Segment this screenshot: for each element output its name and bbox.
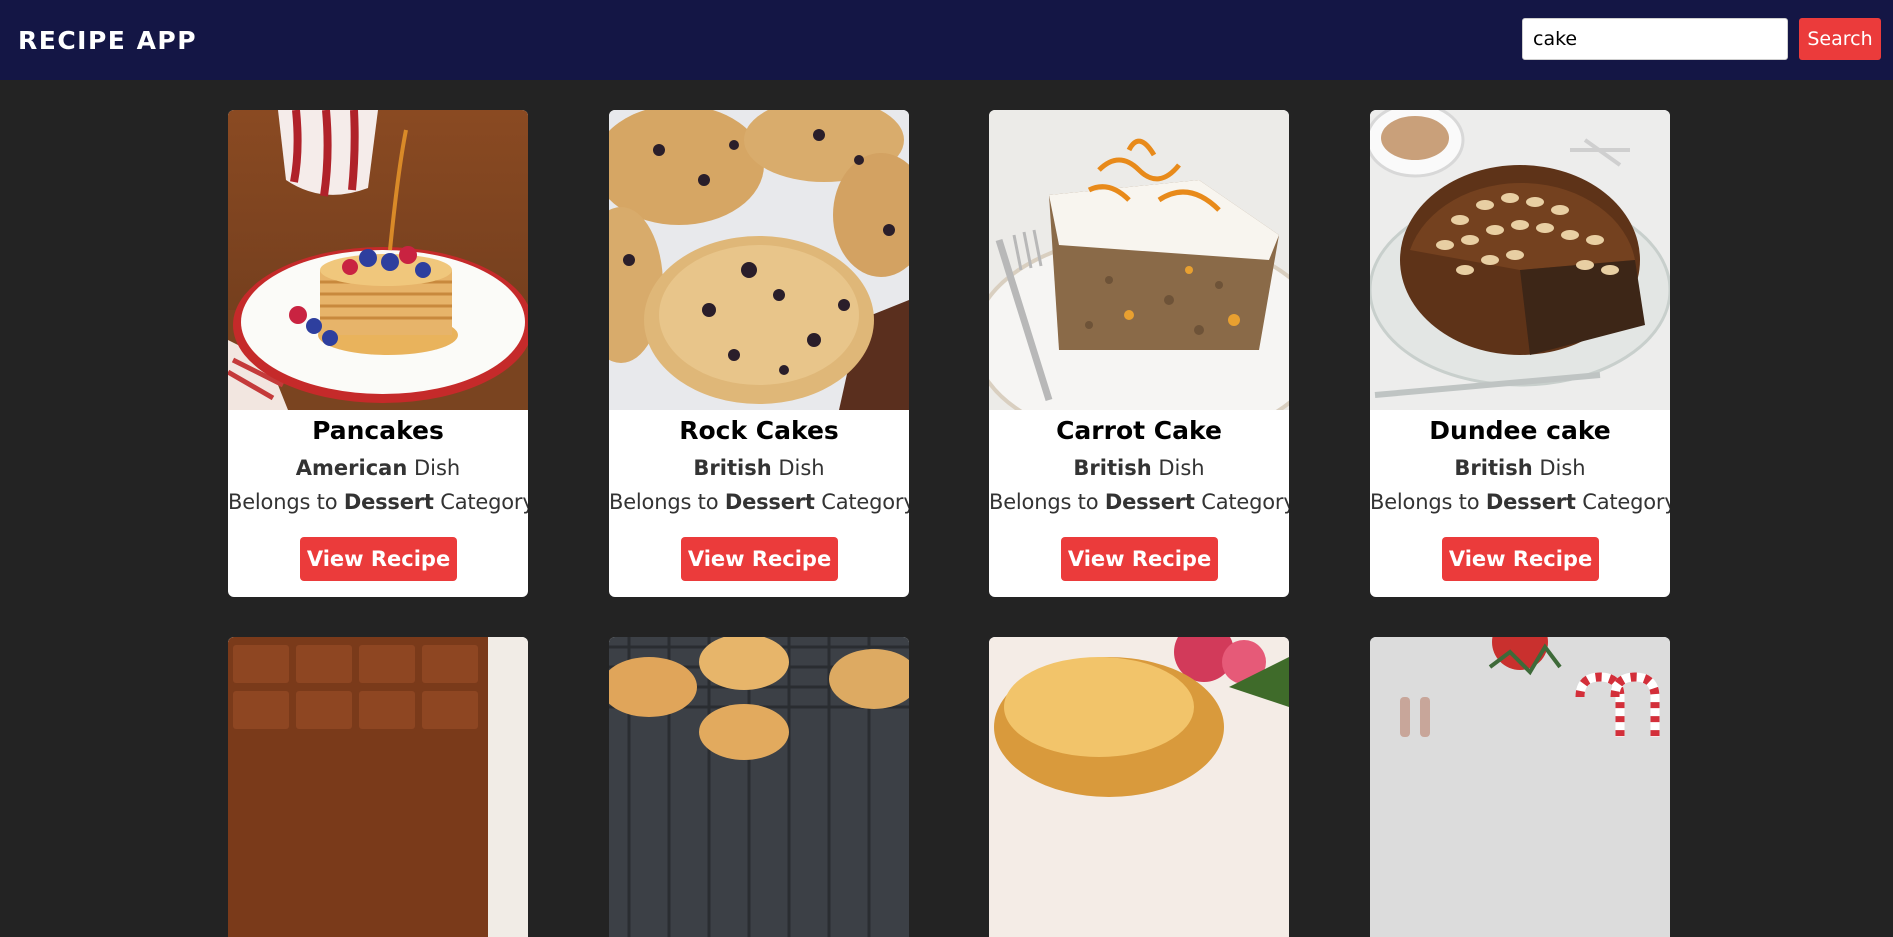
recipe-card-carrot-cake: Carrot Cake British Dish Belongs to Dess…: [989, 110, 1289, 597]
area-suffix: Dish: [778, 456, 825, 480]
category-name: Dessert: [1104, 490, 1195, 514]
recipe-card: [1370, 637, 1670, 937]
recipe-title: Rock Cakes: [679, 416, 839, 445]
category-prefix: Belongs to: [228, 490, 338, 514]
category-suffix: Category: [440, 490, 528, 514]
area-name: British: [1454, 456, 1533, 480]
area-suffix: Dish: [413, 456, 461, 480]
recipe-title: Carrot Cake: [1056, 416, 1222, 445]
category-name: Dessert: [1485, 490, 1576, 514]
view-recipe-button[interactable]: View Recipe: [681, 537, 838, 581]
recipe-category: Belongs to Dessert Category: [228, 490, 528, 514]
recipe-area: American Dish: [228, 456, 528, 480]
area-name: British: [1073, 456, 1152, 480]
recipe-area: British Dish: [989, 456, 1289, 480]
recipe-card-dundee-cake: Dundee cake British Dish Belongs to Dess…: [1370, 110, 1670, 597]
recipe-area: British Dish: [1370, 456, 1670, 480]
category-suffix: Category: [821, 490, 909, 514]
category-name: Dessert: [724, 490, 815, 514]
area-name: American: [295, 456, 408, 480]
pancakes-image: [228, 110, 528, 410]
recipe-card: [989, 637, 1289, 937]
category-suffix: Category: [1201, 490, 1289, 514]
recipe-category: Belongs to Dessert Category: [609, 490, 909, 514]
recipe-card-pancakes: Pancakes American Dish Belongs to Desser…: [228, 110, 528, 597]
view-recipe-button[interactable]: View Recipe: [1442, 537, 1599, 581]
search-input[interactable]: [1522, 18, 1788, 60]
view-recipe-button[interactable]: View Recipe: [300, 537, 457, 581]
recipe-title: Dundee cake: [1429, 416, 1611, 445]
recipe-image: [609, 637, 909, 937]
search-button[interactable]: Search: [1799, 18, 1881, 60]
top-navbar: RECIPE APP Search: [0, 0, 1893, 80]
category-prefix: Belongs to: [989, 490, 1099, 514]
recipe-category: Belongs to Dessert Category: [1370, 490, 1670, 514]
rock-cakes-image: [609, 110, 909, 410]
category-prefix: Belongs to: [609, 490, 719, 514]
recipe-card: [609, 637, 909, 937]
recipe-area: British Dish: [609, 456, 909, 480]
recipe-card-rock-cakes: Rock Cakes British Dish Belongs to Desse…: [609, 110, 909, 597]
recipe-image: [228, 637, 528, 937]
category-prefix: Belongs to: [1370, 490, 1480, 514]
carrot-cake-image: [989, 110, 1289, 410]
recipe-image: [989, 637, 1289, 937]
area-suffix: Dish: [1539, 456, 1586, 480]
dundee-cake-image: [1370, 110, 1670, 410]
view-recipe-button[interactable]: View Recipe: [1061, 537, 1218, 581]
area-suffix: Dish: [1158, 456, 1205, 480]
category-name: Dessert: [343, 490, 434, 514]
area-name: British: [693, 456, 772, 480]
recipe-card: [228, 637, 528, 937]
recipe-category: Belongs to Dessert Category: [989, 490, 1289, 514]
category-suffix: Category: [1582, 490, 1670, 514]
recipe-title: Pancakes: [312, 416, 444, 445]
recipe-image: [1370, 637, 1670, 937]
app-title: RECIPE APP: [18, 26, 198, 55]
